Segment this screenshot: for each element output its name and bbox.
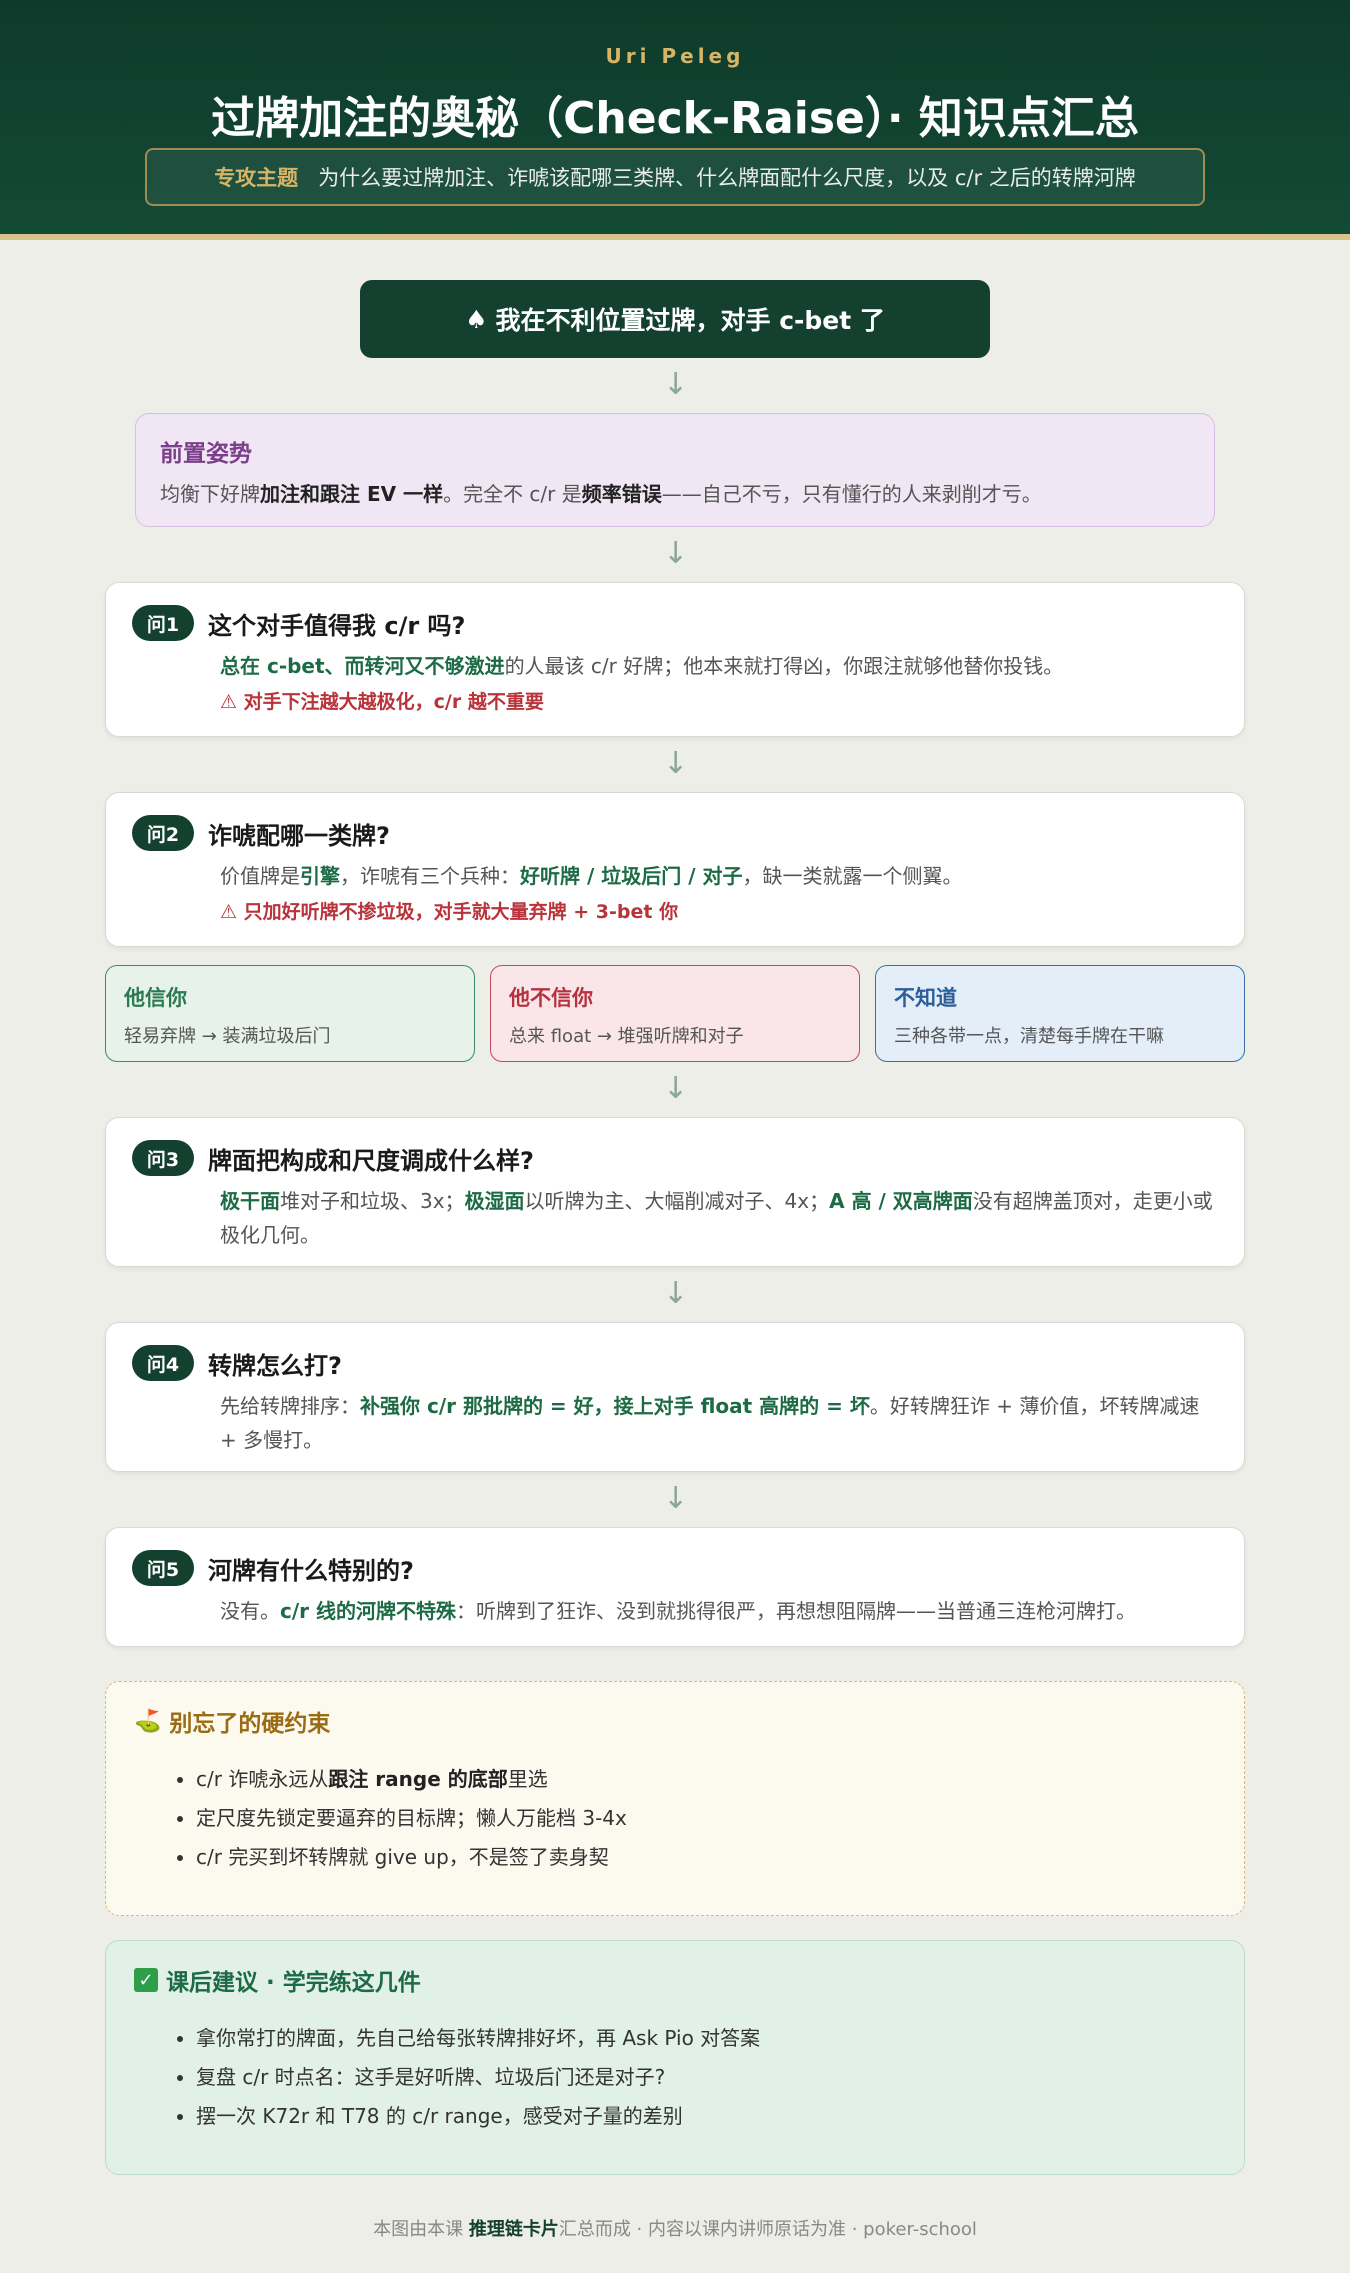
- premise-card: 前置姿势 均衡下好牌加注和跟注 EV 一样。完全不 c/r 是频率错误——自己不…: [135, 413, 1215, 527]
- read-text: 总来 float → 堆强听牌和对子: [509, 1026, 744, 1047]
- list-item: 复盘 c/r 时点名：这手是好听牌、垃圾后门还是对子?: [196, 2058, 1216, 2097]
- question-title: 牌面把构成和尺度调成什么样?: [208, 1146, 534, 1175]
- question-card-2: 问2 诈唬配哪一类牌? 价值牌是引擎，诈唬有三个兵种：好听牌 / 垃圾后门 / …: [105, 792, 1245, 947]
- list-item: 拿你常打的牌面，先自己给每张转牌排好坏，再 Ask Pio 对答案: [196, 2019, 1216, 2058]
- topic-box: 专攻主题 为什么要过牌加注、诈唬该配哪三类牌、什么牌面配什么尺度，以及 c/r …: [145, 148, 1205, 206]
- question-badge: 问1: [132, 605, 194, 641]
- question-card-1: 问1 这个对手值得我 c/r 吗? 总在 c-bet、而转河又不够激进的人最该 …: [105, 582, 1245, 737]
- question-badge: 问3: [132, 1140, 194, 1176]
- question-body: 极干面堆对子和垃圾、3x；极湿面以听牌为主、大幅削减对子、4x；A 高 / 双高…: [220, 1189, 1213, 1247]
- homework-card: ✓ 课后建议 · 学完练这几件 拿你常打的牌面，先自己给每张转牌排好坏，再 As…: [105, 1940, 1245, 2175]
- question-body: 价值牌是引擎，诈唬有三个兵种：好听牌 / 垃圾后门 / 对子，缺一类就露一个侧翼…: [220, 864, 963, 888]
- question-title: 转牌怎么打?: [208, 1351, 342, 1380]
- question-card-5: 问5 河牌有什么特别的? 没有。c/r 线的河牌不特殊：听牌到了狂诈、没到就挑得…: [105, 1527, 1245, 1647]
- read-card-unknown: 不知道 三种各带一点，清楚每手牌在干嘛: [875, 965, 1245, 1062]
- footer-note: 本图由本课 推理链卡片汇总而成 · 内容以课内讲师原话为准 · poker-sc…: [373, 2219, 977, 2240]
- flow-arrow-icon: ↓: [663, 536, 689, 571]
- topic-text: 为什么要过牌加注、诈唬该配哪三类牌、什么牌面配什么尺度，以及 c/r 之后的转牌…: [318, 166, 1136, 190]
- flow-arrow-icon: ↓: [663, 1481, 689, 1516]
- read-title: 他不信你: [509, 986, 593, 1010]
- flow-arrow-icon: ↓: [663, 367, 689, 402]
- question-body: 总在 c-bet、而转河又不够激进的人最该 c/r 好牌；他本来就打得凶，你跟注…: [220, 654, 1064, 678]
- read-card-trusts: 他信你 轻易弃牌 → 装满垃圾后门: [105, 965, 475, 1062]
- question-body: 先给转牌排序：补强你 c/r 那批牌的 = 好，接上对手 float 高牌的 =…: [220, 1394, 1200, 1452]
- constraints-title: 别忘了的硬约束: [169, 1711, 331, 1737]
- constraints-list: c/r 诈唬永远从跟注 range 的底部里选 定尺度先锁定要逼弃的目标牌；懒人…: [196, 1760, 1216, 1877]
- header-banner: Uri Peleg 过牌加注的奥秘（Check-Raise）· 知识点汇总 专攻…: [0, 0, 1350, 240]
- read-text: 轻易弃牌 → 装满垃圾后门: [124, 1026, 331, 1047]
- read-text: 三种各带一点，清楚每手牌在干嘛: [894, 1026, 1164, 1047]
- spade-icon: ♠: [465, 304, 488, 334]
- question-title: 这个对手值得我 c/r 吗?: [208, 611, 466, 640]
- read-title: 不知道: [894, 986, 957, 1010]
- flow-arrow-icon: ↓: [663, 1071, 689, 1106]
- list-item: 摆一次 K72r 和 T78 的 c/r range，感受对子量的差别: [196, 2097, 1216, 2136]
- question-badge: 问2: [132, 815, 194, 851]
- premise-text: 均衡下好牌加注和跟注 EV 一样。完全不 c/r 是频率错误——自己不亏，只有懂…: [160, 482, 1042, 506]
- question-badge: 问5: [132, 1550, 194, 1586]
- read-title: 他信你: [124, 986, 187, 1010]
- constraints-card: ⛳ 别忘了的硬约束 c/r 诈唬永远从跟注 range 的底部里选 定尺度先锁定…: [105, 1681, 1245, 1916]
- question-title: 河牌有什么特别的?: [208, 1556, 414, 1585]
- question-title: 诈唬配哪一类牌?: [208, 821, 390, 850]
- start-text: 我在不利位置过牌，对手 c-bet 了: [495, 306, 885, 335]
- page-title: 过牌加注的奥秘（Check-Raise）· 知识点汇总: [211, 93, 1139, 144]
- warning-note: ⚠ 只加好听牌不掺垃圾，对手就大量弃牌 + 3-bet 你: [220, 901, 679, 923]
- question-badge: 问4: [132, 1345, 194, 1381]
- topic-label: 专攻主题: [214, 166, 299, 190]
- list-item: c/r 完买到坏转牌就 give up，不是签了卖身契: [196, 1838, 1216, 1877]
- question-card-4: 问4 转牌怎么打? 先给转牌排序：补强你 c/r 那批牌的 = 好，接上对手 f…: [105, 1322, 1245, 1472]
- read-card-distrusts: 他不信你 总来 float → 堆强听牌和对子: [490, 965, 860, 1062]
- question-body: 没有。c/r 线的河牌不特殊：听牌到了狂诈、没到就挑得很严，再想想阻隔牌——当普…: [220, 1599, 1136, 1623]
- flag-icon: ⛳: [134, 1708, 162, 1734]
- question-card-3: 问3 牌面把构成和尺度调成什么样? 极干面堆对子和垃圾、3x；极湿面以听牌为主、…: [105, 1117, 1245, 1267]
- list-item: c/r 诈唬永远从跟注 range 的底部里选: [196, 1760, 1216, 1799]
- check-icon: ✓: [134, 1968, 158, 1992]
- author-name: Uri Peleg: [605, 44, 745, 68]
- homework-list: 拿你常打的牌面，先自己给每张转牌排好坏，再 Ask Pio 对答案 复盘 c/r…: [196, 2019, 1216, 2136]
- list-item: 定尺度先锁定要逼弃的目标牌；懒人万能档 3-4x: [196, 1799, 1216, 1838]
- flow-arrow-icon: ↓: [663, 746, 689, 781]
- homework-title: 课后建议 · 学完练这几件: [166, 1970, 421, 1996]
- warning-note: ⚠ 对手下注越大越极化，c/r 越不重要: [220, 691, 544, 713]
- premise-title: 前置姿势: [160, 441, 252, 467]
- start-node: ♠ 我在不利位置过牌，对手 c-bet 了: [360, 280, 990, 358]
- flow-arrow-icon: ↓: [663, 1276, 689, 1311]
